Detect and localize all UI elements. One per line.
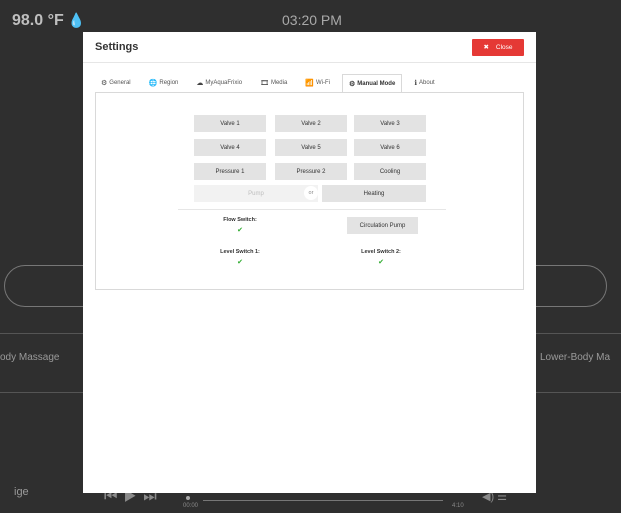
- level-switch-1-label: Level Switch 1:: [220, 249, 260, 255]
- time-end: 4:10: [452, 503, 464, 509]
- gear-icon: ⚙: [101, 80, 108, 87]
- circulation-pump-button[interactable]: Circulation Pump: [347, 217, 418, 234]
- tab-label: MyAquaFrixio: [205, 80, 243, 86]
- temperature-display: 98.0 °F 💧: [12, 12, 85, 30]
- manual-icon: ⚙: [349, 80, 356, 88]
- close-button[interactable]: ✖ Close: [472, 38, 524, 56]
- seek-track: [203, 500, 443, 501]
- level-switch-2-check-icon: ✔: [378, 259, 384, 266]
- settings-tabs: ⚙ General 🌐 Region ☁ MyAquaFrixio 🎞 Medi…: [95, 74, 524, 92]
- cooling-button[interactable]: Cooling: [354, 163, 426, 180]
- pressure-2-button[interactable]: Pressure 2: [275, 163, 347, 180]
- time-start: 00:00: [183, 503, 199, 509]
- tab-general[interactable]: ⚙ General: [95, 75, 137, 92]
- tab-myaquafrixio[interactable]: ☁ MyAquaFrixio: [190, 75, 248, 92]
- tab-manual-mode[interactable]: ⚙ Manual Mode: [342, 74, 403, 92]
- info-icon: ℹ: [414, 80, 417, 87]
- bottom-left-label: ige: [14, 486, 29, 498]
- tab-wifi[interactable]: 📶 Wi-Fi: [299, 75, 336, 92]
- temperature-value: 98.0 °F: [12, 12, 64, 29]
- flow-switch-label: Flow Switch:: [223, 217, 257, 223]
- clock: 03:20 PM: [282, 12, 342, 28]
- valve-6-button[interactable]: Valve 6: [354, 139, 426, 156]
- tab-media[interactable]: 🎞 Media: [254, 75, 293, 92]
- right-massage-label: Lower-Body Ma: [540, 352, 611, 363]
- or-badge: or: [304, 186, 318, 200]
- flow-switch-check-icon: ✔: [237, 227, 243, 234]
- heating-button[interactable]: Heating: [322, 185, 426, 202]
- cloud-icon: ☁: [196, 80, 204, 87]
- valve-3-button[interactable]: Valve 3: [354, 115, 426, 132]
- tab-label: Wi-Fi: [316, 80, 331, 86]
- close-icon: ✖: [483, 44, 489, 51]
- valve-4-button[interactable]: Valve 4: [194, 139, 266, 156]
- pressure-1-button[interactable]: Pressure 1: [194, 163, 266, 180]
- close-label: Close: [495, 43, 513, 51]
- manual-mode-panel: Valve 1 Valve 2 Valve 3 Valve 4 Valve 5 …: [95, 92, 524, 290]
- film-icon: 🎞: [260, 80, 269, 87]
- tab-label: Manual Mode: [357, 80, 396, 87]
- tab-label: Region: [159, 80, 179, 86]
- seek-knob: [186, 496, 190, 500]
- valve-1-button[interactable]: Valve 1: [194, 115, 266, 132]
- modal-title: Settings: [95, 41, 139, 53]
- level-switch-2-label: Level Switch 2:: [361, 249, 401, 255]
- tab-label: General: [109, 80, 131, 86]
- wifi-icon: 📶: [305, 80, 315, 87]
- left-massage-label: ody Massage: [0, 352, 60, 363]
- section-divider: [178, 209, 446, 210]
- settings-modal: Settings ✖ Close ⚙ General 🌐 Region ☁ My…: [83, 32, 536, 493]
- modal-header: Settings ✖ Close: [83, 32, 536, 63]
- tab-label: Media: [270, 80, 288, 86]
- tab-region[interactable]: 🌐 Region: [143, 75, 185, 92]
- water-drop-icon: 💧: [67, 12, 86, 28]
- tab-about[interactable]: ℹ About: [408, 75, 440, 92]
- globe-icon: 🌐: [148, 80, 158, 87]
- tab-label: About: [418, 80, 435, 86]
- valve-2-button[interactable]: Valve 2: [275, 115, 347, 132]
- level-switch-1-check-icon: ✔: [237, 259, 243, 266]
- pump-button[interactable]: Pump: [194, 185, 318, 202]
- valve-5-button[interactable]: Valve 5: [275, 139, 347, 156]
